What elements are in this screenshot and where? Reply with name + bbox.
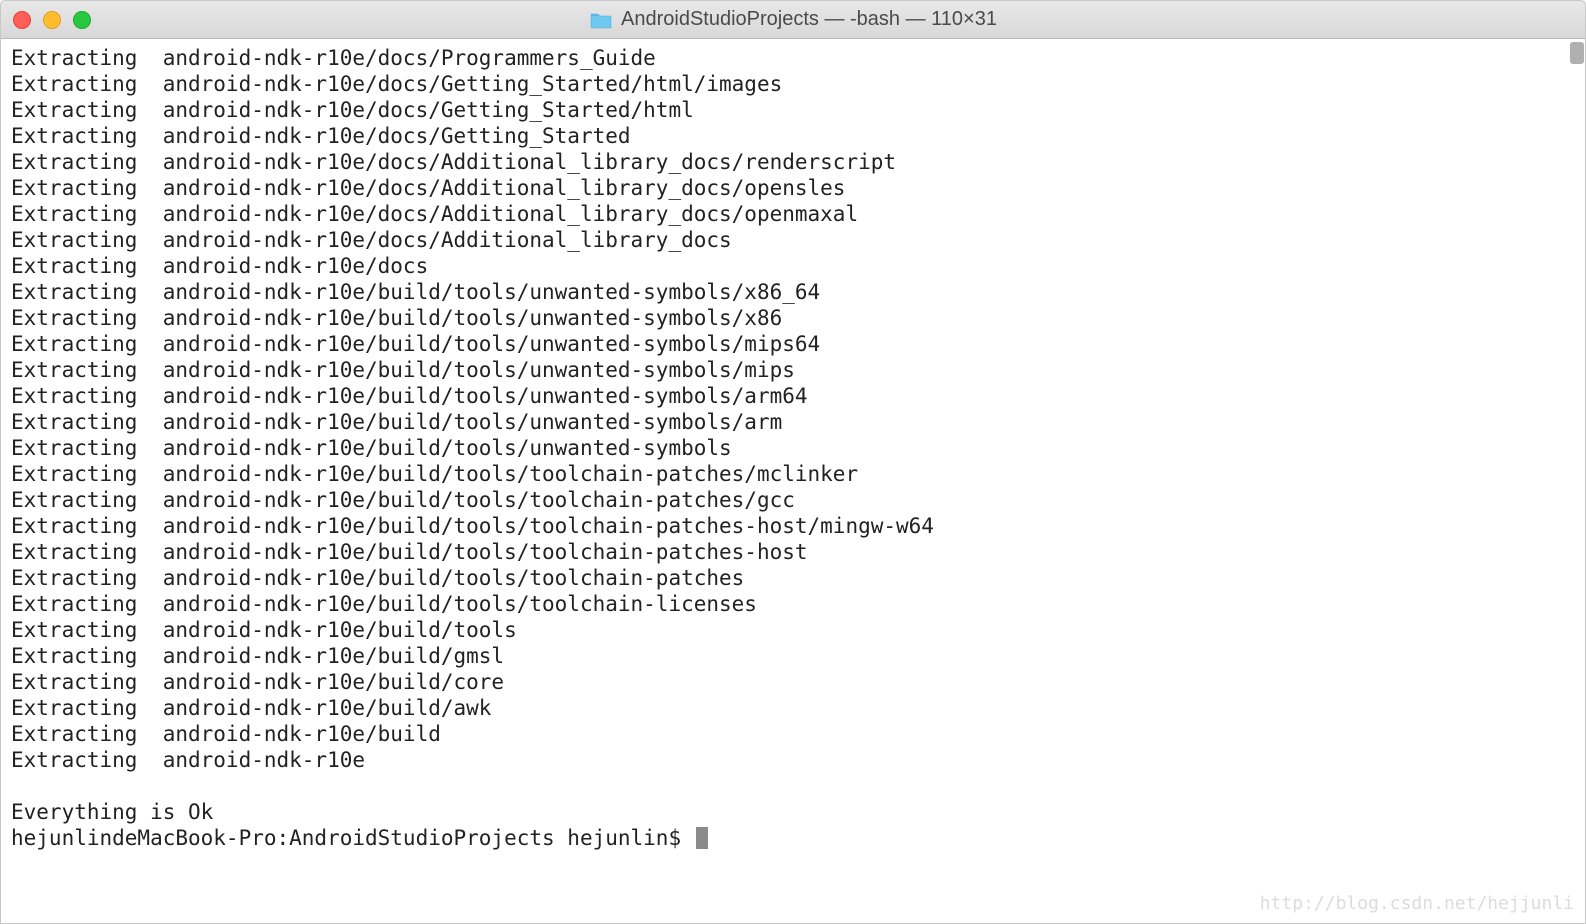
output-line: Extracting android-ndk-r10e/build [11, 721, 1575, 747]
output-line: Extracting android-ndk-r10e [11, 747, 1575, 773]
output-line: Extracting android-ndk-r10e/build/core [11, 669, 1575, 695]
prompt-text: hejunlindeMacBook-Pro:AndroidStudioProje… [11, 825, 694, 851]
output-line: Extracting android-ndk-r10e/build/gmsl [11, 643, 1575, 669]
maximize-button[interactable] [73, 11, 91, 29]
output-line: Extracting android-ndk-r10e/docs/Program… [11, 45, 1575, 71]
output-line: Extracting android-ndk-r10e/build/tools/… [11, 539, 1575, 565]
cursor [696, 827, 708, 849]
output-line: Extracting android-ndk-r10e/build/tools/… [11, 305, 1575, 331]
traffic-lights [13, 11, 91, 29]
window-title: AndroidStudioProjects — -bash — 110×31 [589, 8, 997, 31]
output-line: Extracting android-ndk-r10e/build/tools/… [11, 487, 1575, 513]
terminal-window: AndroidStudioProjects — -bash — 110×31 E… [0, 0, 1586, 924]
output-line: Extracting android-ndk-r10e/build/awk [11, 695, 1575, 721]
output-line: Extracting android-ndk-r10e/docs/Additio… [11, 149, 1575, 175]
output-line: Extracting android-ndk-r10e/docs/Additio… [11, 175, 1575, 201]
output-line: Extracting android-ndk-r10e/build/tools/… [11, 357, 1575, 383]
output-line: Extracting android-ndk-r10e/build/tools [11, 617, 1575, 643]
output-line: Extracting android-ndk-r10e/docs/Additio… [11, 227, 1575, 253]
output-line: Extracting android-ndk-r10e/build/tools/… [11, 409, 1575, 435]
output-line: Extracting android-ndk-r10e/docs/Additio… [11, 201, 1575, 227]
status-line: Everything is Ok [11, 799, 1575, 825]
output-line: Extracting android-ndk-r10e/build/tools/… [11, 565, 1575, 591]
blank-line [11, 773, 1575, 799]
output-line: Extracting android-ndk-r10e/build/tools/… [11, 331, 1575, 357]
folder-icon [589, 10, 613, 30]
output-line: Extracting android-ndk-r10e/docs/Getting… [11, 123, 1575, 149]
output-line: Extracting android-ndk-r10e/build/tools/… [11, 435, 1575, 461]
window-title-text: AndroidStudioProjects — -bash — 110×31 [621, 8, 997, 31]
output-line: Extracting android-ndk-r10e/build/tools/… [11, 591, 1575, 617]
output-line: Extracting android-ndk-r10e/docs/Getting… [11, 71, 1575, 97]
close-button[interactable] [13, 11, 31, 29]
output-line: Extracting android-ndk-r10e/build/tools/… [11, 513, 1575, 539]
output-line: Extracting android-ndk-r10e/build/tools/… [11, 279, 1575, 305]
scrollbar-thumb[interactable] [1570, 42, 1584, 64]
output-line: Extracting android-ndk-r10e/build/tools/… [11, 383, 1575, 409]
terminal-output[interactable]: Extracting android-ndk-r10e/docs/Program… [1, 39, 1585, 923]
prompt-line[interactable]: hejunlindeMacBook-Pro:AndroidStudioProje… [11, 825, 1575, 851]
output-line: Extracting android-ndk-r10e/docs/Getting… [11, 97, 1575, 123]
minimize-button[interactable] [43, 11, 61, 29]
output-line: Extracting android-ndk-r10e/build/tools/… [11, 461, 1575, 487]
output-line: Extracting android-ndk-r10e/docs [11, 253, 1575, 279]
window-titlebar: AndroidStudioProjects — -bash — 110×31 [1, 1, 1585, 39]
